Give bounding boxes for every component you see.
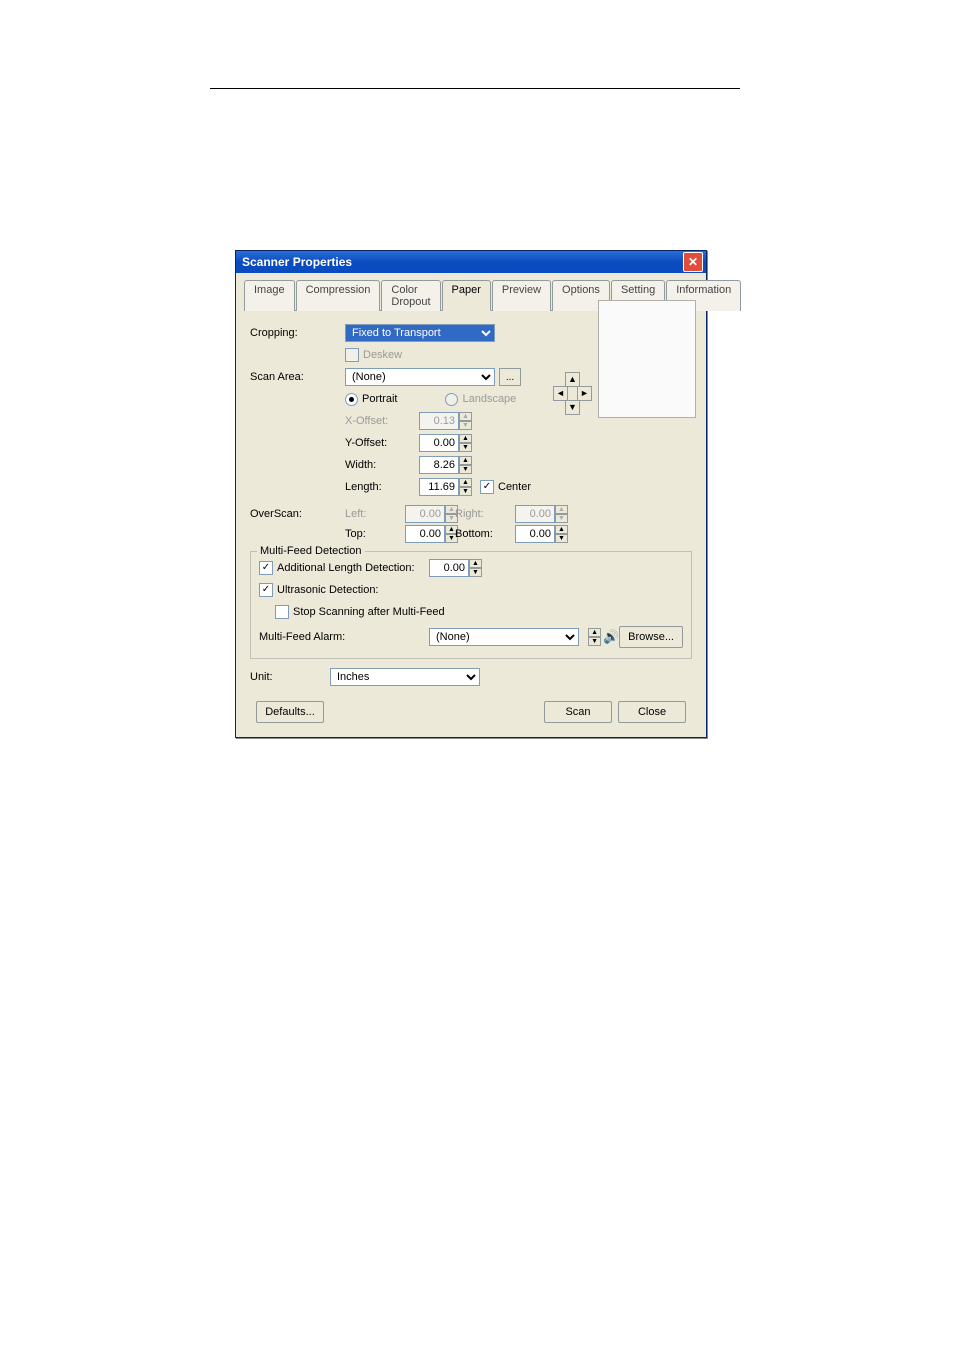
close-icon[interactable]: ✕ <box>683 252 703 272</box>
spin-up-icon[interactable]: ▲ <box>459 456 472 465</box>
additional-length-stepper[interactable]: ▲▼ <box>429 559 482 577</box>
length-stepper[interactable]: ▲▼ <box>419 478 472 496</box>
overscan-right-input <box>515 505 555 523</box>
spin-down-icon[interactable]: ▼ <box>469 568 482 577</box>
additional-length-checkbox[interactable]: ✓ <box>259 561 273 575</box>
additional-length-label: Additional Length Detection: <box>277 562 415 574</box>
spin-down-icon: ▼ <box>555 514 568 523</box>
xoffset-label: X-Offset: <box>345 415 415 427</box>
preview-pan-arrows: ▲ ◄ ► ▼ <box>553 372 591 404</box>
length-input[interactable] <box>419 478 459 496</box>
overscan-left-input <box>405 505 445 523</box>
cropping-label: Cropping: <box>250 327 345 339</box>
spin-up-icon[interactable]: ▲ <box>588 628 601 637</box>
pan-down-icon[interactable]: ▼ <box>565 400 580 415</box>
portrait-label: Portrait <box>362 393 397 405</box>
stop-after-mf-label: Stop Scanning after Multi-Feed <box>293 606 445 618</box>
yoffset-label: Y-Offset: <box>345 437 415 449</box>
horizontal-rule <box>210 88 740 89</box>
overscan-top-input[interactable] <box>405 525 445 543</box>
multifeed-legend: Multi-Feed Detection <box>257 545 365 557</box>
speaker-icon[interactable]: 🔊 <box>603 629 619 645</box>
landscape-radio <box>445 393 458 406</box>
overscan-label: OverScan: <box>250 508 345 520</box>
unit-label: Unit: <box>250 671 330 683</box>
additional-length-input[interactable] <box>429 559 469 577</box>
spin-up-icon[interactable]: ▲ <box>459 434 472 443</box>
length-label: Length: <box>345 481 415 493</box>
width-input[interactable] <box>419 456 459 474</box>
xoffset-input <box>419 412 459 430</box>
overscan-bottom-label: Bottom: <box>455 528 515 540</box>
spin-up-icon: ▲ <box>555 505 568 514</box>
overscan-bottom-input[interactable] <box>515 525 555 543</box>
overscan-left-stepper: ▲▼ <box>405 505 458 523</box>
scanarea-label: Scan Area: <box>250 371 345 383</box>
browse-button[interactable]: Browse... <box>619 626 683 648</box>
center-checkbox[interactable]: ✓ <box>480 480 494 494</box>
tab-preview[interactable]: Preview <box>492 280 551 311</box>
overscan-left-label: Left: <box>345 508 405 520</box>
spin-up-icon[interactable]: ▲ <box>469 559 482 568</box>
pan-up-icon[interactable]: ▲ <box>565 372 580 387</box>
overscan-right-stepper: ▲▼ <box>515 505 568 523</box>
ultrasonic-checkbox[interactable]: ✓ <box>259 583 273 597</box>
window-title: Scanner Properties <box>242 255 352 269</box>
mf-alarm-label: Multi-Feed Alarm: <box>259 631 429 643</box>
tab-image[interactable]: Image <box>244 280 295 311</box>
xoffset-stepper: ▲▼ <box>419 412 472 430</box>
overscan-bottom-stepper[interactable]: ▲▼ <box>515 525 568 543</box>
center-label: Center <box>498 481 531 493</box>
preview-thumbnail <box>598 300 696 418</box>
spin-down-icon[interactable]: ▼ <box>555 534 568 543</box>
spin-down-icon: ▼ <box>459 421 472 430</box>
pan-left-icon[interactable]: ◄ <box>553 386 568 401</box>
tab-color-dropout[interactable]: Color Dropout <box>381 280 440 311</box>
titlebar[interactable]: Scanner Properties ✕ <box>236 251 706 273</box>
yoffset-input[interactable] <box>419 434 459 452</box>
overscan-right-label: Right: <box>455 508 515 520</box>
unit-select[interactable]: Inches <box>330 668 480 686</box>
tab-compression[interactable]: Compression <box>296 280 381 311</box>
scanarea-ellipsis-button[interactable]: ... <box>499 368 521 386</box>
yoffset-stepper[interactable]: ▲▼ <box>419 434 472 452</box>
landscape-label: Landscape <box>462 393 516 405</box>
spin-down-icon[interactable]: ▼ <box>588 637 601 646</box>
close-button[interactable]: Close <box>618 701 686 723</box>
tab-paper[interactable]: Paper <box>442 280 491 311</box>
spin-up-icon[interactable]: ▲ <box>459 478 472 487</box>
scan-button[interactable]: Scan <box>544 701 612 723</box>
ultrasonic-label: Ultrasonic Detection: <box>277 584 379 596</box>
scanarea-select[interactable]: (None) <box>345 368 495 386</box>
overscan-top-label: Top: <box>345 528 405 540</box>
spin-up-icon[interactable]: ▲ <box>555 525 568 534</box>
overscan-top-stepper[interactable]: ▲▼ <box>405 525 458 543</box>
mf-alarm-select[interactable]: (None) <box>429 628 579 646</box>
deskew-checkbox <box>345 348 359 362</box>
pan-right-icon[interactable]: ► <box>577 386 592 401</box>
spin-down-icon[interactable]: ▼ <box>459 487 472 496</box>
width-stepper[interactable]: ▲▼ <box>419 456 472 474</box>
spin-up-icon: ▲ <box>459 412 472 421</box>
spin-down-icon[interactable]: ▼ <box>459 465 472 474</box>
spin-down-icon[interactable]: ▼ <box>459 443 472 452</box>
deskew-label: Deskew <box>363 349 402 361</box>
defaults-button[interactable]: Defaults... <box>256 701 324 723</box>
multifeed-group: Multi-Feed Detection ✓ Additional Length… <box>250 551 692 659</box>
width-label: Width: <box>345 459 415 471</box>
portrait-radio[interactable] <box>345 393 358 406</box>
stop-after-mf-checkbox[interactable] <box>275 605 289 619</box>
cropping-select[interactable]: Fixed to Transport <box>345 324 495 342</box>
